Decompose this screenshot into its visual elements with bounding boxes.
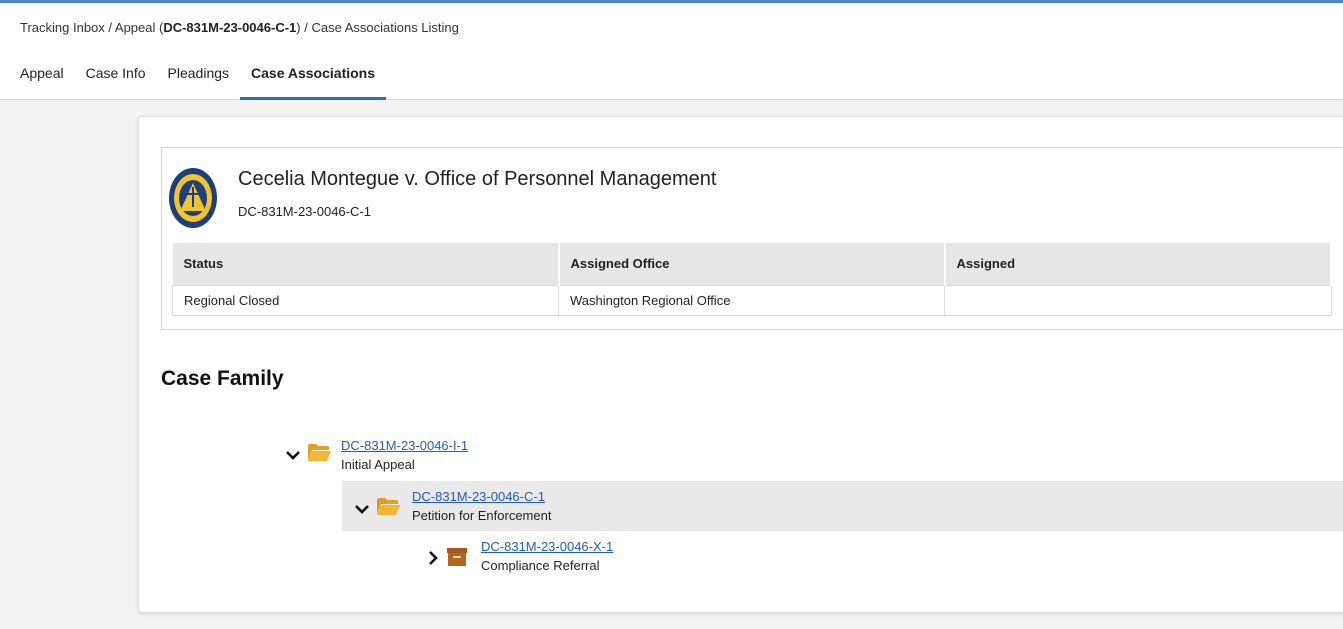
breadcrumb-separator: / xyxy=(104,20,115,35)
page-header: Tracking Inbox / Appeal (DC-831M-23-0046… xyxy=(0,3,1343,100)
chevron-down-icon[interactable] xyxy=(354,501,370,517)
breadcrumb-appeal[interactable]: Appeal (DC-831M-23-0046-C-1) xyxy=(115,20,301,35)
tree-node-compliance-referral: DC-831M-23-0046-X-1 Compliance Referral xyxy=(409,533,809,583)
assigned-office-cell: Washington Regional Office xyxy=(558,284,945,316)
case-link-initial-appeal[interactable]: DC-831M-23-0046-I-1 xyxy=(341,438,468,453)
archive-box-icon xyxy=(447,548,467,566)
assigned-cell xyxy=(944,284,1332,316)
case-link-compliance-referral[interactable]: DC-831M-23-0046-X-1 xyxy=(481,539,613,554)
tree-node-petition-for-enforcement: DC-831M-23-0046-C-1 Petition for Enforce… xyxy=(342,481,1343,531)
case-title: Cecelia Montegue v. Office of Personnel … xyxy=(238,168,717,190)
column-header-assigned-office: Assigned Office xyxy=(558,243,946,285)
status-cell: Regional Closed xyxy=(172,284,559,316)
tab-bar: Appeal Case Info Pleadings Case Associat… xyxy=(0,58,387,100)
mspb-seal-icon xyxy=(169,168,217,228)
table-row: Regional Closed Washington Regional Offi… xyxy=(172,284,1332,316)
breadcrumb-appeal-prefix: Appeal ( xyxy=(114,20,164,35)
case-family-heading: Case Family xyxy=(161,367,284,390)
folder-open-icon xyxy=(308,444,331,461)
chevron-right-icon[interactable] xyxy=(425,550,441,566)
column-header-status: Status xyxy=(172,243,560,285)
breadcrumb: Tracking Inbox / Appeal (DC-831M-23-0046… xyxy=(20,20,459,35)
tab-pleadings[interactable]: Pleadings xyxy=(157,58,241,100)
tab-appeal[interactable]: Appeal xyxy=(0,58,75,100)
breadcrumb-current: Case Associations Listing xyxy=(311,20,459,35)
breadcrumb-inbox[interactable]: Tracking Inbox xyxy=(20,20,105,35)
case-type-label: Petition for Enforcement xyxy=(412,508,552,523)
case-summary-panel: Cecelia Montegue v. Office of Personnel … xyxy=(161,147,1343,330)
chevron-down-icon[interactable] xyxy=(285,447,301,463)
tab-case-info[interactable]: Case Info xyxy=(75,58,157,100)
case-link-petition-for-enforcement[interactable]: DC-831M-23-0046-C-1 xyxy=(412,489,545,504)
tab-case-associations[interactable]: Case Associations xyxy=(240,58,387,100)
case-number: DC-831M-23-0046-C-1 xyxy=(238,204,371,219)
case-info-table: Status Assigned Office Assigned Regional… xyxy=(172,243,1332,316)
table-header-row: Status Assigned Office Assigned xyxy=(172,243,1332,285)
folder-open-icon xyxy=(377,498,400,515)
case-type-label: Initial Appeal xyxy=(341,457,415,472)
breadcrumb-appeal-id: DC-831M-23-0046-C-1 xyxy=(163,20,297,35)
case-type-label: Compliance Referral xyxy=(481,558,600,573)
case-associations-card: Cecelia Montegue v. Office of Personnel … xyxy=(138,116,1343,613)
tree-node-initial-appeal: DC-831M-23-0046-I-1 Initial Appeal xyxy=(259,427,659,477)
breadcrumb-separator: / xyxy=(300,20,312,35)
column-header-assigned: Assigned xyxy=(944,243,1332,285)
